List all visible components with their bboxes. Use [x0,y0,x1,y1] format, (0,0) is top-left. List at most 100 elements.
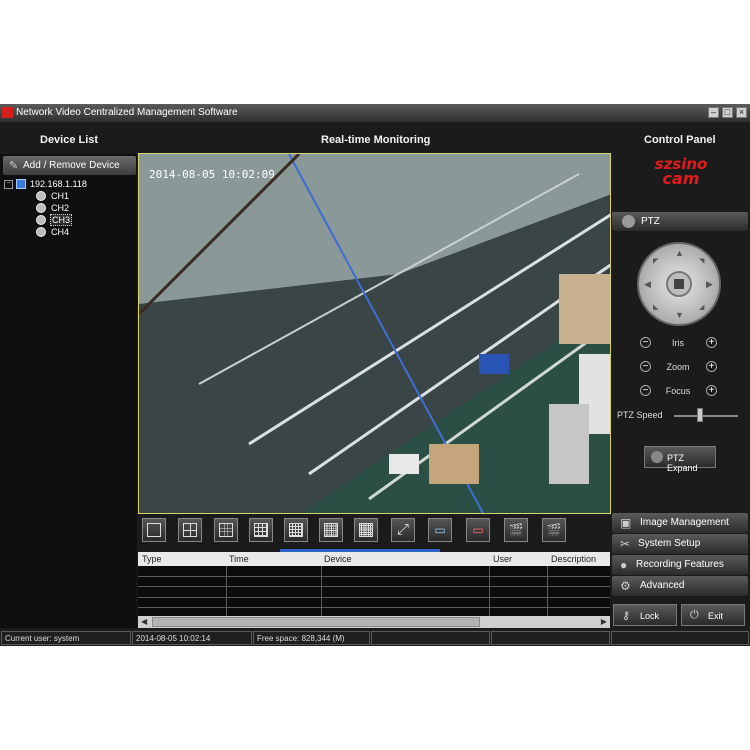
tools-icon: ✎ [9,160,19,172]
layout-64-button[interactable] [354,518,378,542]
system-setup-button[interactable]: ✂ System Setup [612,534,748,554]
pan-down-left-icon[interactable]: ◣ [653,303,658,311]
factory-scene-image [139,154,610,513]
layout-25-button[interactable] [284,518,308,542]
channel-label: CH4 [51,227,70,237]
start-record-button[interactable]: 🎬 [504,518,528,542]
exit-button[interactable]: ⏻ Exit [681,604,745,626]
pan-up-icon[interactable]: ▲ [675,248,684,258]
system-setup-label: System Setup [638,538,701,549]
brand-logo: szsino cam [640,156,722,208]
start-preview-button[interactable]: ▭ [428,518,452,542]
channel-label-selected: CH3 [50,214,73,226]
column-divider [226,566,227,616]
stop-icon [674,279,684,289]
channel-label: CH2 [51,203,70,213]
pan-left-icon[interactable]: ◀ [644,279,651,290]
clapper-stop-icon: 🎬 [546,523,562,537]
ptz-speed-slider[interactable] [674,415,738,417]
ptz-stop-button[interactable] [666,271,692,297]
image-management-button[interactable]: ▣ Image Management [612,513,748,533]
layout-1-button[interactable] [142,518,166,542]
layout-toolbar: ⤢ ▭ ▭ 🎬 🎬 [138,518,610,546]
ptz-expand-label: PTZ Expand [667,453,698,473]
stop-record-button[interactable]: 🎬 [542,518,566,542]
zoom-plus-icon[interactable]: + [706,361,717,372]
recording-features-label: Recording Features [636,559,724,570]
image-management-label: Image Management [640,517,729,528]
collapse-icon[interactable]: − [4,180,13,189]
device-icon [16,179,26,189]
advanced-button[interactable]: ⚙ Advanced [612,576,748,596]
ptz-expand-button[interactable]: PTZ Expand [644,446,716,473]
status-cell-empty [371,631,490,645]
table-row[interactable] [138,607,610,608]
column-divider [489,566,490,616]
lock-label: Lock [640,611,660,621]
scroll-right-icon[interactable]: ▶ [601,617,607,626]
column-user[interactable]: User [493,554,512,564]
pan-right-icon[interactable]: ▶ [706,279,713,290]
focus-plus-icon[interactable]: + [706,385,717,396]
iris-plus-icon[interactable]: + [706,337,717,348]
status-cell-empty [491,631,610,645]
monitor-play-icon: ▭ [434,523,446,537]
table-row[interactable] [138,576,610,577]
layout-36-icon [324,523,338,537]
ptz-expand-icon [651,451,663,463]
table-header: Type Time Device User Description [138,552,610,566]
camera-icon [36,203,46,213]
device-ip-label: 192.168.1.118 [30,179,87,189]
video-feed[interactable]: 2014-08-05 10:02:09 [138,153,611,514]
table-row[interactable] [138,597,610,598]
focus-control: − Focus + [638,385,718,399]
exit-label: Exit [708,611,724,621]
table-horizontal-scrollbar[interactable]: ◀ ▶ [138,616,610,628]
window-title: Network Video Centralized Management Sof… [16,107,238,118]
fullscreen-button[interactable]: ⤢ [391,518,415,542]
layout-16-button[interactable] [249,518,273,542]
ptz-camera-icon [622,215,635,228]
gear-icon: ⚙ [620,579,631,593]
add-remove-device-button[interactable]: ✎ Add / Remove Device [3,156,136,175]
pan-up-left-icon[interactable]: ◤ [653,257,658,265]
column-time[interactable]: Time [229,554,249,564]
lock-button[interactable]: ⚷ Lock [613,604,677,626]
layout-1-icon [147,523,161,537]
table-row[interactable] [138,586,610,587]
layout-4-button[interactable] [178,518,202,542]
brand-text-line2: cam [662,169,700,188]
column-device[interactable]: Device [324,554,352,564]
ptz-direction-pad[interactable]: ▲ ▼ ◀ ▶ ◤ ◥ ◣ ◢ [637,242,721,326]
title-bar: Network Video Centralized Management Sof… [0,104,750,122]
ptz-speed-thumb[interactable] [697,408,704,422]
power-icon: ⏻ [690,609,699,621]
layout-36-button[interactable] [319,518,343,542]
scroll-left-icon[interactable]: ◀ [141,617,147,626]
pan-down-icon[interactable]: ▼ [675,310,684,320]
column-type[interactable]: Type [142,554,162,564]
current-user-status: Current user: system [1,631,131,645]
scrollbar-thumb[interactable] [152,617,480,627]
ptz-tab[interactable]: PTZ [612,212,748,231]
stop-preview-button[interactable]: ▭ [466,518,490,542]
pan-down-right-icon[interactable]: ◢ [699,303,704,311]
device-list-heading: Device List [40,134,99,146]
recorder-icon: ● [620,558,628,572]
column-description[interactable]: Description [551,554,596,564]
layout-4-icon [183,523,197,537]
layout-9-icon [219,523,233,537]
column-divider [547,566,548,616]
minimize-icon[interactable]: – [708,107,719,118]
layout-9-button[interactable] [214,518,238,542]
recording-features-button[interactable]: ● Recording Features [612,555,748,575]
ptz-tab-label: PTZ [641,216,660,227]
clapper-play-icon: 🎬 [508,523,524,537]
maximize-icon[interactable]: □ [722,107,733,118]
pan-up-right-icon[interactable]: ◥ [699,257,704,265]
video-timestamp: 2014-08-05 10:02:09 [149,168,275,181]
datetime-status: 2014-08-05 10:02:14 [132,631,252,645]
zoom-control: − Zoom + [638,361,718,375]
close-icon[interactable]: × [736,107,747,118]
iris-control: − Iris + [638,337,718,351]
